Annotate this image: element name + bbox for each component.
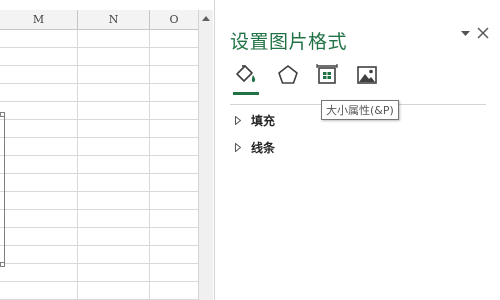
section-fill-label: 填充 [251, 113, 276, 128]
tooltip: 大小属性(&P) [321, 100, 399, 120]
column-header-n[interactable]: N [78, 10, 150, 30]
gridline [0, 119, 198, 120]
fill-line-icon [236, 65, 256, 83]
gridline [0, 263, 198, 264]
pane-options-button[interactable] [459, 28, 471, 40]
scroll-up-button[interactable] [199, 10, 213, 26]
section-line-label: 线条 [251, 140, 276, 155]
gridline [0, 227, 198, 228]
gridline [0, 137, 198, 138]
gridline [0, 47, 198, 48]
gridline [0, 191, 198, 192]
gridline [0, 245, 198, 246]
tab-effects[interactable] [276, 63, 300, 87]
excel-window: M N O 设置图片格式 填充 线条 大小属性(&P) [0, 0, 500, 300]
scroll-track[interactable] [199, 28, 213, 300]
vertical-scrollbar[interactable] [198, 10, 213, 300]
tab-fill-line[interactable] [234, 63, 258, 87]
column-header-o[interactable]: O [150, 10, 198, 30]
gridline [149, 30, 150, 300]
section-fill[interactable]: 填充 [235, 111, 275, 129]
resize-handle[interactable] [0, 262, 5, 267]
expand-arrow-icon [235, 114, 245, 126]
active-tab-indicator [233, 92, 259, 95]
resize-handle[interactable] [0, 112, 5, 117]
gridline [77, 30, 78, 300]
pane-title: 设置图片格式 [230, 31, 348, 53]
column-header-row: M N O [0, 10, 198, 30]
gridline [0, 83, 198, 84]
selected-picture-edge[interactable] [0, 114, 5, 266]
worksheet-area[interactable]: M N O [0, 0, 198, 300]
tab-picture[interactable] [355, 63, 379, 87]
size-properties-icon [316, 64, 338, 84]
tab-size-properties[interactable] [315, 63, 339, 87]
gridline [0, 65, 198, 66]
pane-close-button[interactable] [475, 25, 491, 41]
effects-pentagon-icon [278, 65, 298, 84]
dropdown-caret-icon [460, 31, 470, 36]
format-picture-pane: 设置图片格式 填充 线条 大小属性(&P) [214, 0, 500, 300]
caret-up-icon [202, 16, 210, 21]
picture-icon [357, 66, 377, 84]
expand-arrow-icon [235, 141, 245, 153]
gridline [0, 209, 198, 210]
gridline [0, 101, 198, 102]
close-icon [477, 27, 489, 39]
gridline [0, 155, 198, 156]
cell-grid[interactable] [0, 30, 198, 300]
section-line[interactable]: 线条 [235, 138, 275, 156]
gridline [0, 281, 198, 282]
column-header-m[interactable]: M [0, 10, 78, 30]
gridline [0, 173, 198, 174]
